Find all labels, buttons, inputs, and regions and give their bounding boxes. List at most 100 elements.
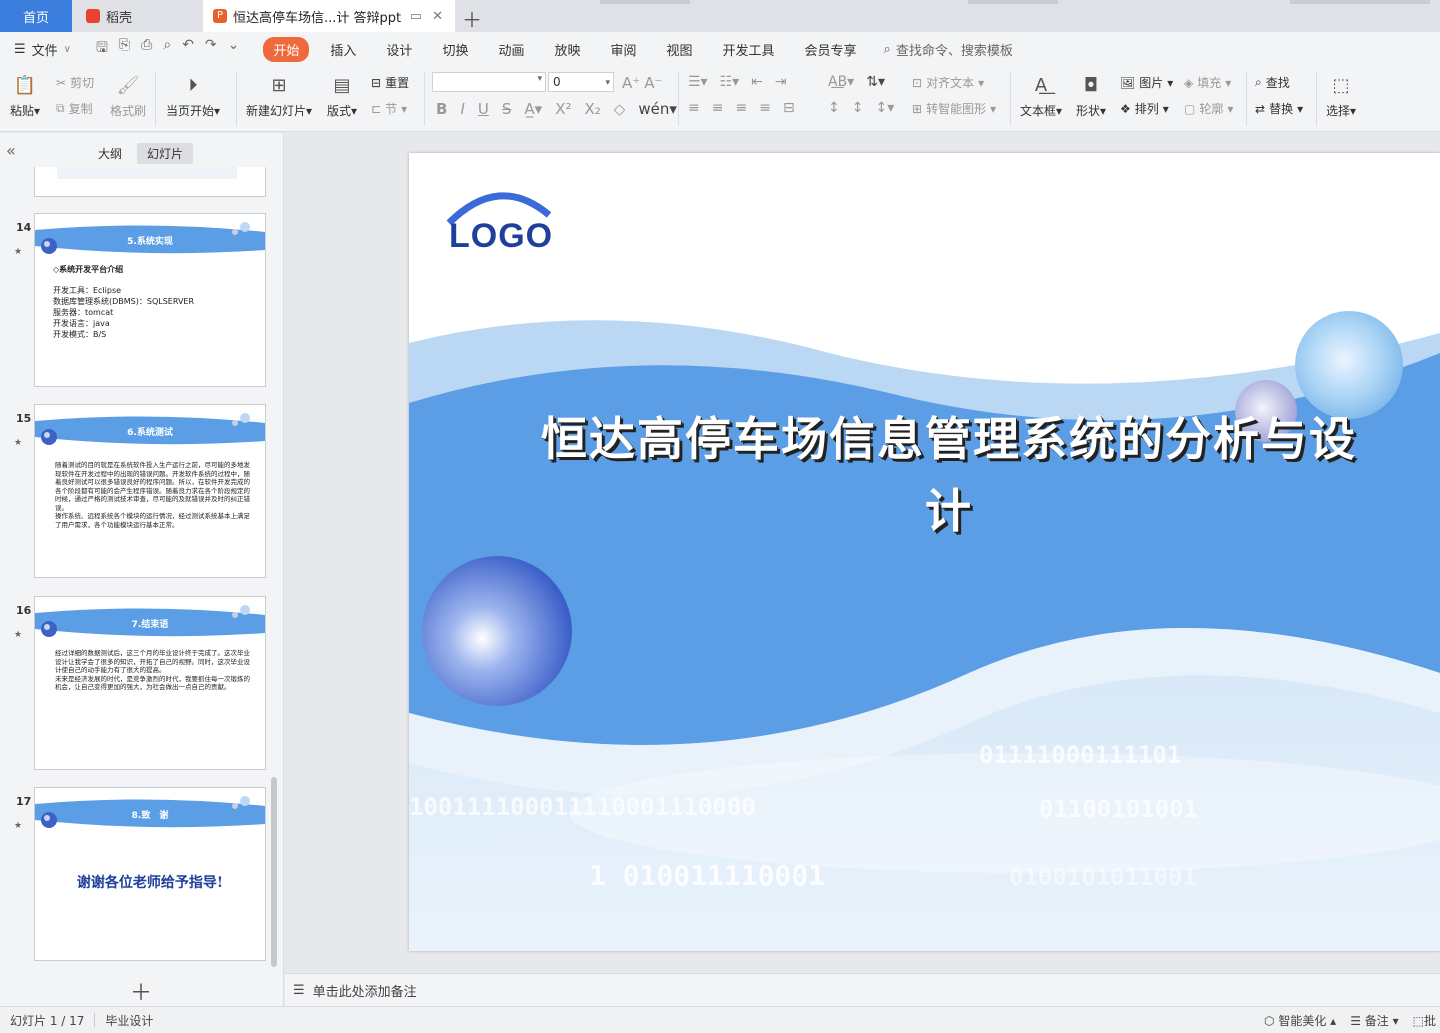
collapse-panel-icon[interactable]: « [6,141,16,160]
picture-button[interactable]: 🖼 图片 ▾ [1120,74,1173,91]
distribute-icon[interactable]: ⊟ [783,100,795,116]
thumbnail-line: 开发语言：java [53,319,110,328]
format-painter-label: 格式刷 [110,104,147,118]
align-center-icon[interactable]: ≡ [712,100,724,116]
tab-slides[interactable]: 幻灯片 [137,143,194,164]
file-menu[interactable]: ☰ 文件 ∨ [0,40,86,59]
copy-label: 复制 [68,102,93,116]
slide-thumbnail-14[interactable]: 5.系统实现 ◇系统开发平台介绍 开发工具：Eclipse 数据库管理系统(DB… [34,213,266,387]
slide-logo: LOGO [449,217,554,255]
text-direction-icon[interactable]: A͟B▾ [828,74,854,90]
smart-art-button[interactable]: ⊞ 转智能图形 ▾ [912,100,996,117]
reset-button[interactable]: ⊟ 重置 [371,74,409,91]
export-icon[interactable]: ⎘ [119,37,130,61]
decrease-indent-icon[interactable]: ⇤ [751,74,763,90]
search-icon: ⌕ [883,41,891,57]
align-text-button[interactable]: ⊡ 对齐文本 ▾ [912,74,984,91]
subscript-icon[interactable]: X₂ [584,100,600,118]
section-button[interactable]: ⊏ 节 ▾ [371,100,407,117]
font-color-icon[interactable]: A̲▾ [524,100,542,118]
justify-icon[interactable]: ≡ [759,100,771,116]
slide-thumbnail-13[interactable] [34,167,266,197]
print-preview-icon[interactable]: ⌕ [163,37,171,61]
slide-thumbnail-17[interactable]: 8.致 谢 谢谢各位老师给予指导! [34,787,266,961]
tab-transition[interactable]: 切换 [427,40,483,59]
increase-font-icon[interactable]: A⁺ [622,74,640,92]
current-slide[interactable]: LOGO 恒达高停车场信息管理系统的分析与设计 01111000111101 1… [409,153,1440,951]
new-tab-icon[interactable]: ＋ [462,4,482,33]
tab-home[interactable]: 首页 [0,0,72,32]
comment-button[interactable]: ⬚批 [1413,1012,1436,1029]
clear-format-icon[interactable]: ◇ [614,100,626,118]
outline-icon: ▢ [1184,101,1196,116]
tab-insert[interactable]: 插入 [315,40,371,59]
paragraph-spacing-icon[interactable]: ↕ [852,100,864,116]
tab-start[interactable]: 开始 [263,36,310,62]
ribbon-divider [678,72,679,126]
slide-thumbnail-15[interactable]: 6.系统测试 随着测试的目的就是在系统软件投入生产运行之前，尽可能的多地发现软件… [34,404,266,578]
tab-review[interactable]: 审阅 [595,40,651,59]
tab-outline[interactable]: 大纲 [88,143,132,164]
superscript-icon[interactable]: X² [555,100,571,118]
numbered-list-icon[interactable]: ☷▾ [720,74,740,90]
font-size-select[interactable]: 0 ▾ [548,72,614,92]
tab-design[interactable]: 设计 [371,40,427,59]
menu-bar: ☰ 文件 ∨ 🖫 ⎘ ⎙ ⌕ ↶ ↷ ⌄ 开始 插入 设计 切换 动画 放映 审… [0,32,1440,66]
notes-pane[interactable]: ☰ 单击此处添加备注 [285,973,1440,1006]
reset-icon: ⊟ [371,75,382,90]
tab-member[interactable]: 会员专享 [790,40,872,59]
decrease-font-icon[interactable]: A⁻ [644,74,662,92]
fill-button[interactable]: ◈ 填充 ▾ [1184,74,1231,91]
format-painter-button[interactable]: 🖌 格式刷 [110,72,146,119]
strikethrough-icon[interactable]: S [502,100,512,118]
layout-button[interactable]: ▤ 版式▾ [327,72,357,119]
tab-slideshow[interactable]: 放映 [539,40,595,59]
add-slide-icon[interactable]: ＋ [130,975,152,1007]
replace-button[interactable]: ⇄ 替换 ▾ [1255,100,1303,117]
notes-toggle-button[interactable]: ☰ 备注 ▾ [1350,1012,1398,1029]
shape-button[interactable]: ◘ 形状▾ [1076,72,1106,119]
play-from-current-button[interactable]: ⏵ 当页开始▾ [166,72,220,119]
undo-icon[interactable]: ↶ [182,37,194,61]
sort-icon[interactable]: ⇅▾ [866,74,885,90]
cut-button[interactable]: ✂ 剪切 [56,74,94,91]
tab-divider [1290,0,1430,4]
paste-button[interactable]: 📋 粘贴▾ [10,72,40,119]
outline-button[interactable]: ▢ 轮廓 ▾ [1184,100,1233,117]
underline-icon[interactable]: U [478,100,489,118]
tab-pin-icon[interactable]: ▭ [410,9,422,24]
tab-close-icon[interactable]: ✕ [432,9,443,24]
align-left-icon[interactable]: ≡ [688,100,700,116]
smart-beautify-button[interactable]: ⬡ 智能美化 ▴ [1264,1012,1336,1029]
bullet-list-icon[interactable]: ☰▾ [688,74,708,90]
arrange-button[interactable]: ❖ 排列 ▾ [1120,100,1169,117]
tab-document[interactable]: P 恒达高停车场信...计 答辩ppt ▭ ✕ [203,0,455,32]
copy-button[interactable]: ⧉ 复制 [56,100,93,117]
tab-animation[interactable]: 动画 [483,40,539,59]
tab-docer[interactable]: 稻壳 [74,0,200,32]
italic-icon[interactable]: I [460,100,464,118]
slide-thumbnail-16[interactable]: 7.结束语 经过详细的数据测试后，这三个月的毕业设计终于完成了。这次毕业设计让我… [34,596,266,770]
panel-scrollbar[interactable] [271,777,277,967]
phonetic-icon[interactable]: wén▾ [638,100,677,118]
redo-icon[interactable]: ↷ [205,37,217,61]
slide-title[interactable]: 恒达高停车场信息管理系统的分析与设计 [519,403,1379,547]
textbox-button[interactable]: A͟ 文本框▾ [1020,72,1062,119]
tab-view[interactable]: 视图 [652,40,708,59]
chevron-down-icon: ∨ [63,43,71,55]
align-right-icon[interactable]: ≡ [735,100,747,116]
thumbnail-title: 5.系统实现 [127,237,173,247]
column-spacing-icon[interactable]: ↕▾ [875,100,894,116]
increase-indent-icon[interactable]: ⇥ [775,74,787,90]
font-family-select[interactable]: ▾ [432,72,546,92]
new-slide-button[interactable]: ⊞ 新建幻灯片▾ [246,72,312,119]
command-search[interactable]: ⌕ 查找命令、搜索模板 [884,40,1013,59]
print-icon[interactable]: ⎙ [141,37,152,61]
find-button[interactable]: ⌕ 查找 [1255,74,1290,91]
line-spacing-icon[interactable]: ↕ [828,100,840,116]
tab-developer[interactable]: 开发工具 [708,40,790,59]
customize-icon[interactable]: ⌄ [228,37,240,61]
select-button[interactable]: ⬚ 选择▾ [1326,72,1356,119]
save-icon[interactable]: 🖫 [96,37,108,61]
bold-icon[interactable]: B [436,100,447,118]
